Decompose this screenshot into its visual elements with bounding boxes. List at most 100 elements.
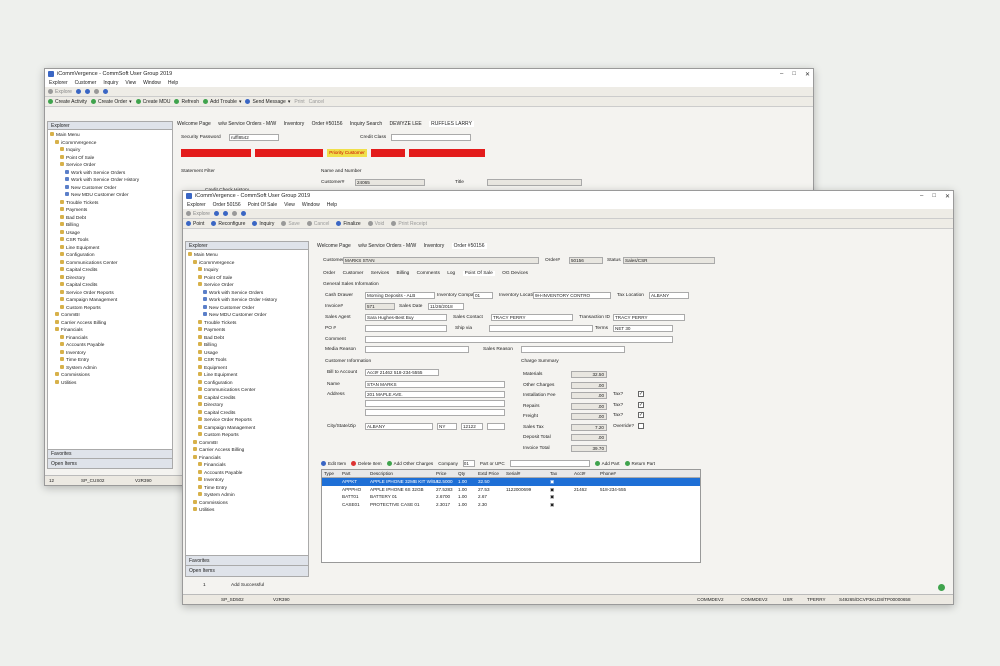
grid-column-header[interactable]: Extd Price — [478, 470, 499, 478]
close-icon[interactable]: ✕ — [805, 71, 810, 78]
tree-item[interactable]: Work with Service Order History — [50, 177, 170, 185]
bill-to-field[interactable]: Acct# 21462 518-234-5555 — [365, 369, 439, 376]
po-field[interactable] — [365, 325, 447, 332]
tree-item[interactable]: Line Equipment — [188, 372, 306, 380]
tree-item[interactable]: System Admin — [50, 364, 170, 373]
tree-item[interactable]: Carrier Access Billing — [50, 319, 170, 328]
save-button[interactable]: Save — [281, 221, 300, 227]
explore-button[interactable]: Explore — [186, 211, 210, 217]
tree-item[interactable]: Carrier Access Billing — [188, 447, 306, 455]
tax-checkbox-1[interactable]: ✓ — [638, 391, 644, 397]
menu-customer[interactable]: Customer — [75, 80, 97, 86]
save-icon[interactable] — [75, 89, 81, 94]
sales-agent-field[interactable]: Sara Hughes-Best Buy — [365, 314, 447, 321]
company-field[interactable]: 01 — [462, 460, 475, 467]
reconfigure-button[interactable]: Reconfigure — [211, 221, 245, 227]
tab-inventory[interactable]: Inventory — [284, 121, 305, 127]
tree-item[interactable]: Accounts Payable — [50, 342, 170, 350]
subtab-order[interactable]: Order — [323, 271, 335, 276]
tab-inquiry-search[interactable]: Inquiry Search — [350, 121, 382, 127]
return-part-button[interactable]: Return Part — [624, 461, 655, 466]
create-order-button[interactable]: Create Order ▾ — [90, 99, 132, 105]
tree-item[interactable]: Usage — [50, 229, 170, 238]
tools-icon[interactable] — [93, 89, 99, 94]
minimize-icon[interactable]: – — [780, 71, 783, 78]
tree-item[interactable]: New Customer Order — [50, 184, 170, 193]
tree-item[interactable]: CommBI — [50, 312, 170, 320]
tax-checkbox-3[interactable]: ✓ — [638, 412, 644, 418]
tree-item[interactable]: Utilities — [50, 379, 170, 388]
tab-welcome[interactable]: Welcome Page — [177, 121, 211, 127]
grid-column-header[interactable]: Tax — [550, 470, 557, 478]
cancel-button[interactable]: Cancel — [306, 221, 329, 227]
print-icon[interactable] — [222, 211, 228, 216]
zip-ext-field[interactable] — [487, 423, 505, 430]
part-upc-field[interactable] — [509, 460, 590, 467]
tree-item[interactable]: Configuration — [188, 379, 306, 388]
name-field[interactable]: STAN MARKS — [365, 381, 505, 388]
sales-reason-select[interactable] — [521, 346, 625, 353]
help-icon[interactable] — [102, 89, 108, 94]
tree-item[interactable]: Payments — [50, 207, 170, 215]
tab-welcome[interactable]: Welcome Page — [317, 243, 351, 249]
grid-column-header[interactable]: Serial# — [506, 470, 520, 478]
tree-item[interactable]: Work with Service Order History — [188, 297, 306, 305]
address-field-2[interactable] — [365, 400, 505, 407]
tree-item[interactable]: iCommVergence — [188, 259, 306, 268]
tree-item[interactable]: Point Of Sale — [50, 154, 170, 163]
grid-column-header[interactable]: Type — [324, 470, 334, 478]
send-message-button[interactable]: Send Message ▾ — [245, 99, 290, 105]
tree-item[interactable]: Time Entry — [188, 484, 306, 493]
grid-column-header[interactable]: Description — [370, 470, 393, 478]
subtab-billing[interactable]: Billing — [397, 271, 410, 276]
tree-item[interactable]: Accounts Payable — [188, 469, 306, 478]
tree-item[interactable]: Utilities — [188, 507, 306, 515]
menu-view[interactable]: View — [125, 80, 136, 86]
invoice-field[interactable]: 571 — [365, 303, 395, 310]
grid-column-header[interactable]: Part — [342, 470, 350, 478]
finalize-button[interactable]: Finalize — [336, 221, 361, 227]
tree-item[interactable]: Service Order Reports — [50, 289, 170, 298]
table-row[interactable]: APPPHO APPLE IPHONE 6S 32GB 27.5283 1.00 27.… — [322, 486, 700, 494]
city-field[interactable]: ALBANY — [365, 423, 433, 430]
tree-item[interactable]: Directory — [50, 274, 170, 283]
explore-button[interactable]: Explore — [48, 89, 72, 95]
tree-item[interactable]: Communications Center — [188, 387, 306, 395]
tools-icon[interactable] — [231, 211, 237, 216]
tree-item[interactable]: New MDU Customer Order — [188, 312, 306, 320]
add-part-button[interactable]: Add Part — [594, 461, 620, 466]
close-icon[interactable]: ✕ — [945, 193, 950, 200]
tree-item[interactable]: Custom Reports — [50, 304, 170, 313]
edit-item-button[interactable]: Edit Item — [321, 461, 346, 466]
customer-num-field[interactable]: 24065 — [355, 179, 425, 186]
menu-help[interactable]: Help — [327, 202, 337, 208]
tree-item[interactable]: Trouble Tickets — [188, 319, 306, 328]
comment-field[interactable] — [365, 336, 673, 343]
tree-item[interactable]: Billing — [188, 342, 306, 350]
subtab-services[interactable]: Services — [371, 271, 389, 276]
void-button[interactable]: Void — [367, 221, 384, 227]
grid-column-header[interactable]: Acct# — [574, 470, 586, 478]
tree-item[interactable]: Billing — [50, 222, 170, 230]
create-activity-button[interactable]: Create Activity — [48, 99, 87, 105]
address-field-1[interactable]: 201 MAPLE AVE. — [365, 391, 505, 398]
table-row[interactable]: BATT01 BATTERY 01 2.6700 1.00 2.67 ▣ — [322, 493, 700, 501]
tree-item[interactable]: Communications Center — [50, 259, 170, 268]
delete-item-button[interactable]: Delete Item — [351, 461, 382, 466]
tax-location-field[interactable]: ALBANY — [649, 292, 689, 299]
cash-drawer-select[interactable]: Morning Deposits - ALB — [365, 292, 435, 299]
tree-item[interactable]: Usage — [188, 349, 306, 358]
tree-item[interactable]: Inventory — [188, 477, 306, 485]
tree-item[interactable]: iCommVergence — [50, 139, 170, 148]
tree-item[interactable]: Point Of Sale — [188, 274, 306, 283]
menu-explorer[interactable]: Explorer — [187, 202, 206, 208]
tab-service-orders[interactable]: w/w Service Orders - M/W — [218, 121, 276, 127]
tree-item[interactable]: New Customer Order — [188, 304, 306, 313]
order-field[interactable]: 50156 — [569, 257, 603, 264]
tree-item[interactable]: Bad Debt — [50, 214, 170, 223]
tree-item[interactable]: Custom Reports — [188, 432, 306, 440]
maximize-icon[interactable]: □ — [932, 193, 936, 200]
tree-item[interactable]: Inventory — [50, 349, 170, 358]
tree-item[interactable]: Campaign Management — [50, 297, 170, 305]
tab-ruffles[interactable]: RUFFLES LARRY — [429, 121, 474, 127]
